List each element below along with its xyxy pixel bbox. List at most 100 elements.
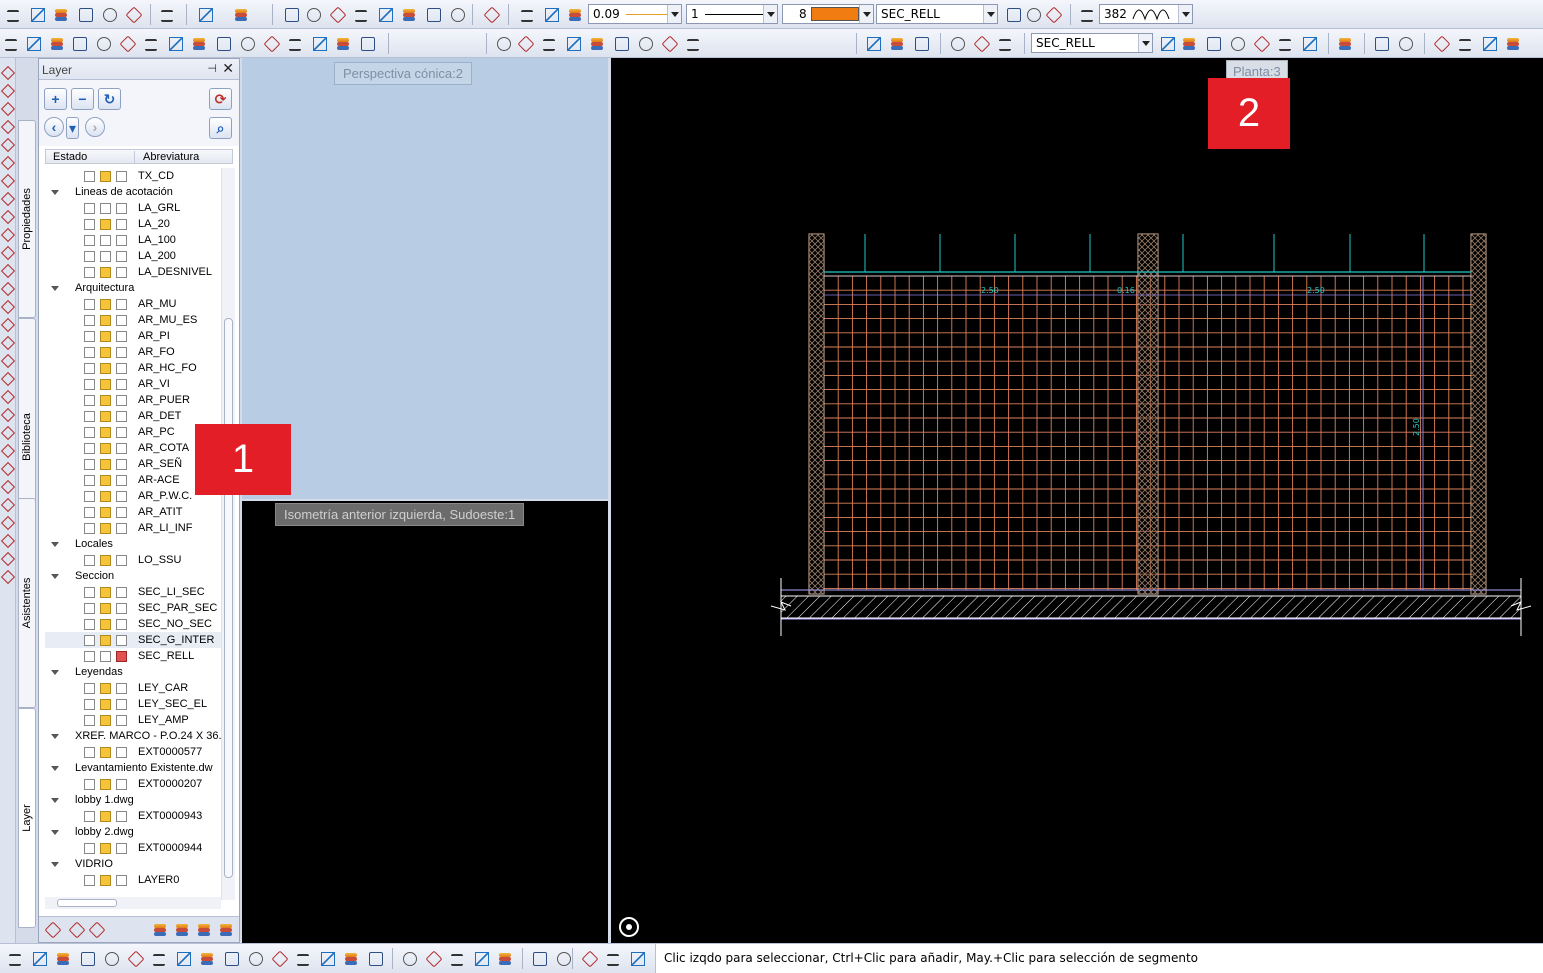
side-tool-icon[interactable]	[1, 444, 14, 457]
draw-tool-icon[interactable]	[190, 34, 208, 52]
visibility-checkbox[interactable]	[84, 443, 95, 454]
chevron-down-icon[interactable]	[51, 766, 59, 771]
draw-tool-icon[interactable]	[1372, 34, 1390, 52]
visibility-checkbox[interactable]	[84, 299, 95, 310]
bottom-tool-icon[interactable]	[294, 949, 312, 967]
bottom-tool-icon[interactable]	[628, 949, 646, 967]
visibility-checkbox[interactable]	[84, 267, 95, 278]
side-tool-icon[interactable]	[1, 372, 14, 385]
status-checkbox[interactable]	[100, 507, 111, 518]
main-tool-icon[interactable]	[448, 5, 466, 23]
bottom-tool-icon[interactable]	[580, 949, 598, 967]
main-tool-icon[interactable]	[1004, 5, 1022, 23]
status-checkbox[interactable]	[100, 715, 111, 726]
layer-row[interactable]: EXT0000944	[45, 840, 221, 856]
main-tool-icon[interactable]	[1078, 5, 1096, 23]
remove-layer-button[interactable]: −	[71, 88, 94, 110]
layer-row[interactable]: SEC_NO_SEC	[45, 616, 221, 632]
layer-group[interactable]: XREF. MARCO - P.O.24 X 36.	[45, 728, 221, 744]
visibility-checkbox[interactable]	[84, 699, 95, 710]
draw-tool-icon[interactable]	[1504, 34, 1522, 52]
chevron-down-icon[interactable]	[1138, 34, 1152, 52]
visibility-checkbox[interactable]	[84, 875, 95, 886]
layer-row[interactable]: SEC_G_INTER	[45, 632, 221, 648]
draw-tool-icon[interactable]	[1276, 34, 1294, 52]
bottom-tool-icon[interactable]	[270, 949, 288, 967]
layer-row[interactable]: LEY_SEC_EL	[45, 696, 221, 712]
layer-row[interactable]: AR_LI_INF	[45, 520, 221, 536]
chevron-down-icon[interactable]	[51, 862, 59, 867]
bottom-tool-icon[interactable]	[400, 949, 418, 967]
draw-tool-icon[interactable]	[1228, 34, 1246, 52]
lock-checkbox[interactable]	[116, 523, 127, 534]
lock-checkbox[interactable]	[116, 315, 127, 326]
visibility-checkbox[interactable]	[84, 459, 95, 470]
layer-group[interactable]: Arquitectura	[45, 280, 221, 296]
main-tool-icon[interactable]	[76, 5, 94, 23]
bottom-tool-icon[interactable]	[496, 949, 514, 967]
side-tool-icon[interactable]	[1, 120, 14, 133]
bottom-tool-icon[interactable]	[472, 949, 490, 967]
bottom-tool-icon[interactable]	[174, 949, 192, 967]
layer-row[interactable]: AR_VI	[45, 376, 221, 392]
draw-tool-icon[interactable]	[286, 34, 304, 52]
main-tool-icon[interactable]	[400, 5, 418, 23]
layer-row[interactable]: LA_GRL	[45, 200, 221, 216]
status-checkbox[interactable]	[100, 299, 111, 310]
status-checkbox[interactable]	[100, 619, 111, 630]
visibility-checkbox[interactable]	[84, 523, 95, 534]
chevron-down-icon[interactable]	[51, 190, 59, 195]
layer-combo-2[interactable]: SEC_RELL	[1031, 33, 1153, 53]
status-checkbox[interactable]	[100, 203, 111, 214]
tab-propiedades[interactable]: Propiedades	[18, 120, 36, 318]
visibility-checkbox[interactable]	[84, 235, 95, 246]
draw-tool-icon[interactable]	[588, 34, 606, 52]
lock-checkbox[interactable]	[116, 347, 127, 358]
layer-row[interactable]: SEC_PAR_SEC	[45, 600, 221, 616]
bottom-tool-icon[interactable]	[554, 949, 572, 967]
visibility-checkbox[interactable]	[84, 619, 95, 630]
layer-row[interactable]: LEY_AMP	[45, 712, 221, 728]
side-tool-icon[interactable]	[1, 282, 14, 295]
main-tool-icon[interactable]	[52, 5, 70, 23]
draw-tool-icon[interactable]	[70, 34, 88, 52]
panel-footer-icon[interactable]	[173, 920, 191, 938]
draw-tool-icon[interactable]	[912, 34, 930, 52]
lock-checkbox[interactable]	[116, 395, 127, 406]
side-tool-icon[interactable]	[1, 138, 14, 151]
main-tool-icon[interactable]	[100, 5, 118, 23]
bottom-tool-icon[interactable]	[366, 949, 384, 967]
main-tool-icon[interactable]	[124, 5, 142, 23]
lock-checkbox[interactable]	[116, 747, 127, 758]
lock-checkbox[interactable]	[116, 331, 127, 342]
navigation-icon[interactable]	[619, 917, 639, 937]
status-checkbox[interactable]	[100, 683, 111, 694]
layer-row[interactable]: LA_DESNIVEL	[45, 264, 221, 280]
visibility-checkbox[interactable]	[84, 651, 95, 662]
layer-group[interactable]: Levantamiento Existente.dw	[45, 760, 221, 776]
main-tool-icon[interactable]	[482, 5, 500, 23]
bottom-tool-icon[interactable]	[530, 949, 548, 967]
column-abreviatura[interactable]: Abreviatura	[134, 151, 199, 163]
visibility-checkbox[interactable]	[84, 411, 95, 422]
layer-group[interactable]: lobby 1.dwg	[45, 792, 221, 808]
status-checkbox[interactable]	[100, 219, 111, 230]
layer-row[interactable]: AR_HC_FO	[45, 360, 221, 376]
layer-group[interactable]: lobby 2.dwg	[45, 824, 221, 840]
draw-tool-icon[interactable]	[1204, 34, 1222, 52]
chevron-down-icon[interactable]	[51, 798, 59, 803]
lock-checkbox[interactable]	[116, 683, 127, 694]
layer-row[interactable]: AR_PUER	[45, 392, 221, 408]
draw-tool-icon[interactable]	[888, 34, 906, 52]
bottom-tool-icon[interactable]	[448, 949, 466, 967]
layer-group[interactable]: Leyendas	[45, 664, 221, 680]
lock-checkbox[interactable]	[116, 811, 127, 822]
draw-tool-icon[interactable]	[684, 34, 702, 52]
visibility-checkbox[interactable]	[84, 715, 95, 726]
status-checkbox[interactable]	[100, 395, 111, 406]
lock-checkbox[interactable]	[116, 699, 127, 710]
main-tool-icon[interactable]	[376, 5, 394, 23]
tab-layer[interactable]: Layer	[18, 708, 36, 928]
isometric-viewport[interactable]: Isometría anterior izquierda, Sudoeste:1	[242, 501, 608, 943]
main-tool-icon[interactable]	[352, 5, 370, 23]
